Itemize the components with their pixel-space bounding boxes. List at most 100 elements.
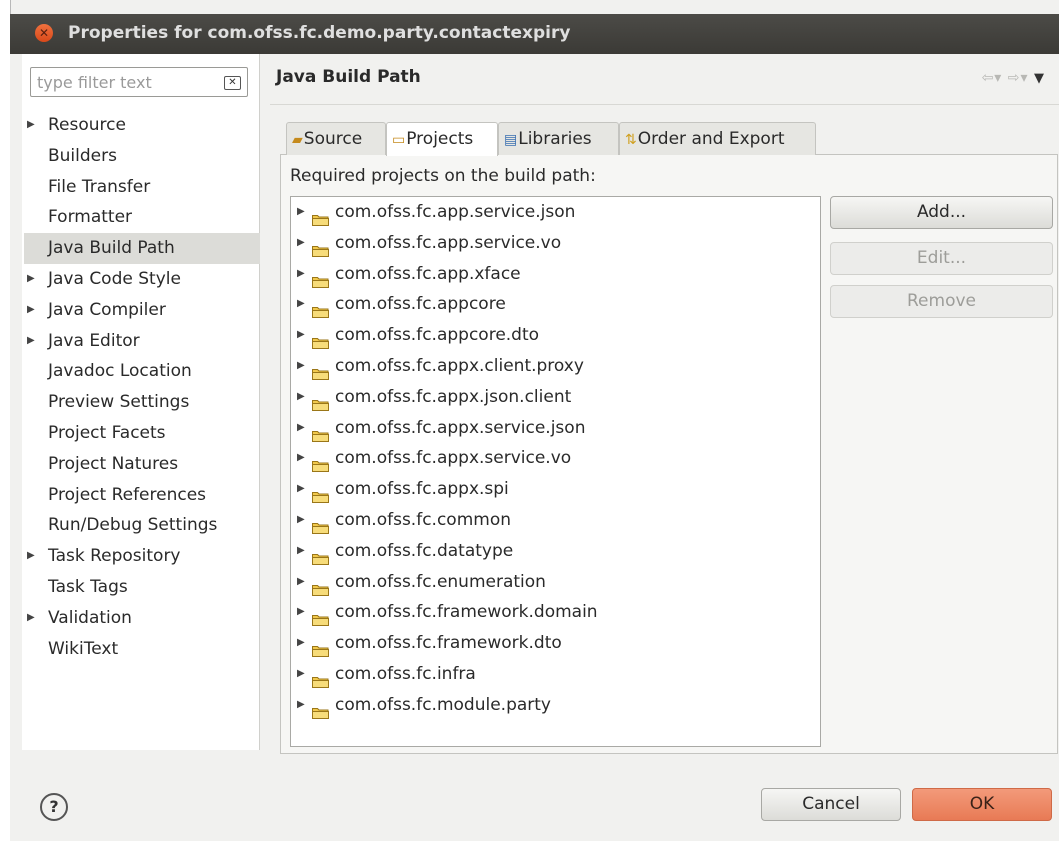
project-folder-icon — [312, 668, 329, 688]
expand-arrow-icon[interactable]: ▶ — [297, 228, 305, 259]
nav-item[interactable]: Run/Debug Settings — [24, 510, 260, 541]
window-title: Properties for com.ofss.fc.demo.party.co… — [68, 23, 571, 43]
forward-icon[interactable]: ⇨▾ — [1008, 70, 1029, 86]
expand-arrow-icon[interactable]: ▶ — [297, 413, 305, 444]
project-folder-icon — [312, 268, 329, 288]
project-list-item[interactable]: ▶ com.ofss.fc.appcore.dto — [291, 320, 820, 351]
nav-item[interactable]: File Transfer — [24, 172, 260, 203]
project-list-item[interactable]: ▶ com.ofss.fc.appx.service.json — [291, 413, 820, 444]
expand-arrow-icon[interactable]: ▶ — [297, 443, 305, 474]
nav-item-label: Preview Settings — [48, 392, 190, 413]
expand-arrow-icon[interactable]: ▶ — [297, 690, 305, 721]
project-list-item[interactable]: ▶ com.ofss.fc.appx.service.vo — [291, 443, 820, 474]
expand-arrow-icon[interactable]: ▶ — [297, 474, 305, 505]
project-list-item[interactable]: ▶ com.ofss.fc.infra — [291, 659, 820, 690]
expand-arrow-icon[interactable]: ▶ — [297, 382, 305, 413]
project-list-item[interactable]: ▶ com.ofss.fc.enumeration — [291, 567, 820, 598]
filter-input[interactable] — [37, 71, 217, 93]
nav-item[interactable]: WikiText — [24, 634, 260, 665]
projects-icon: ▭ — [392, 132, 406, 148]
nav-item[interactable]: Builders — [24, 141, 260, 172]
tab-source[interactable]: ▰Source — [286, 122, 386, 155]
nav-item-label: File Transfer — [48, 176, 151, 197]
remove-button[interactable]: Remove — [830, 285, 1053, 318]
libraries-icon: ▤ — [504, 132, 518, 148]
nav-item-label: WikiText — [48, 638, 119, 659]
project-list-item[interactable]: ▶ com.ofss.fc.appcore — [291, 289, 820, 320]
nav-item[interactable]: Java Build Path — [24, 233, 260, 264]
view-menu-icon[interactable]: ▼ — [1034, 71, 1045, 86]
nav-item[interactable]: ▶ Task Repository — [24, 541, 260, 572]
expand-arrow-icon[interactable]: ▶ — [297, 320, 305, 351]
expand-arrow-icon[interactable]: ▶ — [297, 536, 305, 567]
expand-arrow-icon[interactable]: ▶ — [27, 295, 35, 326]
nav-item[interactable]: ▶ Java Code Style — [24, 264, 260, 295]
filter-field[interactable]: ✕ — [30, 67, 248, 97]
expand-arrow-icon[interactable]: ▶ — [27, 326, 35, 357]
nav-item[interactable]: ▶ Java Compiler — [24, 295, 260, 326]
close-window-button[interactable]: ✕ — [35, 24, 53, 42]
project-list-item[interactable]: ▶ com.ofss.fc.app.service.vo — [291, 228, 820, 259]
expand-arrow-icon[interactable]: ▶ — [297, 567, 305, 598]
nav-item[interactable]: ▶ Validation — [24, 603, 260, 634]
project-list-item[interactable]: ▶ com.ofss.fc.appx.client.proxy — [291, 351, 820, 382]
nav-item-label: Run/Debug Settings — [48, 515, 218, 536]
project-list-item[interactable]: ▶ com.ofss.fc.module.party — [291, 690, 820, 721]
project-list-item[interactable]: ▶ com.ofss.fc.common — [291, 505, 820, 536]
project-folder-icon — [312, 637, 329, 658]
project-list-item[interactable]: ▶ com.ofss.fc.framework.dto — [291, 628, 820, 659]
tab-projects-label: Projects — [406, 129, 474, 149]
ok-button[interactable]: OK — [912, 788, 1052, 821]
cancel-button[interactable]: Cancel — [761, 788, 901, 821]
project-folder-icon — [312, 514, 329, 534]
project-name: com.ofss.fc.module.party — [335, 694, 551, 715]
expand-arrow-icon[interactable]: ▶ — [297, 505, 305, 536]
expand-arrow-icon[interactable]: ▶ — [27, 110, 35, 141]
expand-arrow-icon[interactable]: ▶ — [297, 659, 305, 690]
expand-arrow-icon[interactable]: ▶ — [27, 603, 35, 634]
help-icon[interactable]: ? — [40, 793, 68, 821]
project-name: com.ofss.fc.appx.json.client — [335, 386, 572, 407]
nav-item[interactable]: Formatter — [24, 202, 260, 233]
expand-arrow-icon[interactable]: ▶ — [297, 351, 305, 382]
source-icon: ▰ — [292, 132, 303, 148]
tab-order-and-export[interactable]: ⇅Order and Export — [619, 122, 816, 155]
project-list-item[interactable]: ▶ com.ofss.fc.framework.domain — [291, 597, 820, 628]
page-title: Java Build Path — [276, 67, 421, 87]
clear-filter-icon[interactable]: ✕ — [224, 76, 241, 90]
project-list-item[interactable]: ▶ com.ofss.fc.app.xface — [291, 259, 820, 290]
nav-item-label: Java Compiler — [48, 299, 166, 320]
nav-item[interactable]: ▶ Resource — [24, 110, 260, 141]
expand-arrow-icon[interactable]: ▶ — [297, 259, 305, 290]
project-folder-icon — [312, 606, 329, 627]
nav-item-label: Javadoc Location — [48, 361, 192, 382]
nav-item[interactable]: Preview Settings — [24, 387, 260, 418]
required-projects-list[interactable]: ▶ com.ofss.fc.app.service.json ▶ com.ofss.f… — [290, 196, 821, 747]
edit-button[interactable]: Edit... — [830, 242, 1053, 275]
project-list-item[interactable]: ▶ com.ofss.fc.appx.json.client — [291, 382, 820, 413]
nav-item[interactable]: Project Facets — [24, 418, 260, 449]
nav-item[interactable]: Javadoc Location — [24, 356, 260, 387]
expand-arrow-icon[interactable]: ▶ — [297, 197, 305, 228]
tab-projects[interactable]: ▭Projects — [386, 122, 498, 156]
project-folder-icon — [312, 237, 329, 257]
project-list-item[interactable]: ▶ com.ofss.fc.datatype — [291, 536, 820, 567]
tab-libraries[interactable]: ▤Libraries — [498, 122, 619, 155]
nav-item[interactable]: ▶ Java Editor — [24, 326, 260, 357]
project-name: com.ofss.fc.common — [335, 509, 511, 530]
nav-item[interactable]: Project References — [24, 480, 260, 511]
expand-arrow-icon[interactable]: ▶ — [297, 289, 305, 320]
back-icon[interactable]: ⇦▾ — [982, 70, 1003, 86]
expand-arrow-icon[interactable]: ▶ — [27, 541, 35, 572]
add-button[interactable]: Add... — [830, 196, 1053, 229]
project-folder-icon — [312, 391, 329, 411]
nav-item[interactable]: Task Tags — [24, 572, 260, 603]
project-list-item[interactable]: ▶ com.ofss.fc.app.service.json — [291, 197, 820, 228]
history-navigation: ⇦▾ ⇨▾ ▼ — [982, 70, 1045, 86]
expand-arrow-icon[interactable]: ▶ — [297, 628, 305, 659]
project-name: com.ofss.fc.app.xface — [335, 263, 521, 284]
expand-arrow-icon[interactable]: ▶ — [297, 597, 305, 628]
project-list-item[interactable]: ▶ com.ofss.fc.appx.spi — [291, 474, 820, 505]
expand-arrow-icon[interactable]: ▶ — [27, 264, 35, 295]
nav-item[interactable]: Project Natures — [24, 449, 260, 480]
